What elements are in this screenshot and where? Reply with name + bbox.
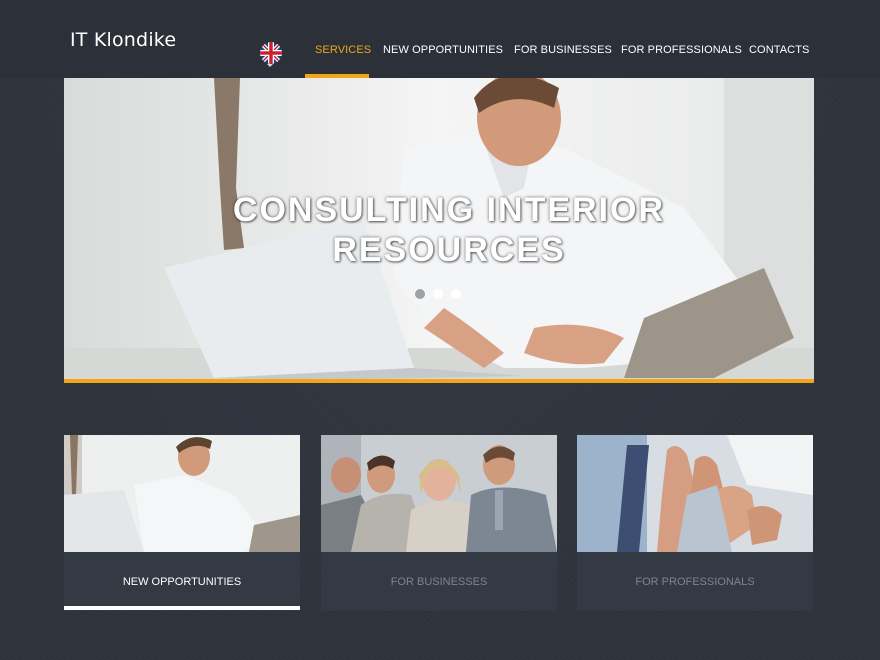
language-dropdown-caret-icon[interactable] [267,64,273,67]
site-header: IT Klondike SERVICES NEW OPPORTUNITIES F… [0,0,880,78]
card-image [321,435,557,552]
card-image [64,435,300,552]
hero-accent-bar [64,379,814,383]
nav-for-professionals[interactable]: FOR PROFESSIONALS [621,44,742,78]
hero-title-line-1: CONSULTING INTERIOR [232,191,666,229]
card-label: NEW OPPORTUNITIES [122,575,242,588]
slider-dot-1[interactable] [415,289,425,299]
card-image [577,435,813,552]
card-new-opportunities[interactable]: NEW OPPORTUNITIES [64,435,300,611]
card-active-indicator [64,606,300,610]
card-for-businesses[interactable]: FOR BUSINESSES [321,435,557,611]
slider-dot-2[interactable] [433,289,443,299]
site-logo[interactable]: IT Klondike [70,29,176,51]
nav-new-opportunities[interactable]: NEW OPPORTUNITIES [383,44,503,78]
hero-title: CONSULTING INTERIOR RESOURCES [64,190,834,270]
nav-contacts[interactable]: CONTACTS [749,44,809,78]
slider-dot-3[interactable] [451,289,461,299]
card-label: FOR PROFESSIONALS [635,575,755,588]
hero-title-line-2: RESOURCES [332,231,566,269]
nav-services[interactable]: SERVICES [315,44,371,78]
nav-for-businesses[interactable]: FOR BUSINESSES [514,44,612,78]
uk-flag-icon[interactable] [260,42,282,64]
card-label: FOR BUSINESSES [390,575,488,588]
card-for-professionals[interactable]: FOR PROFESSIONALS [577,435,813,611]
